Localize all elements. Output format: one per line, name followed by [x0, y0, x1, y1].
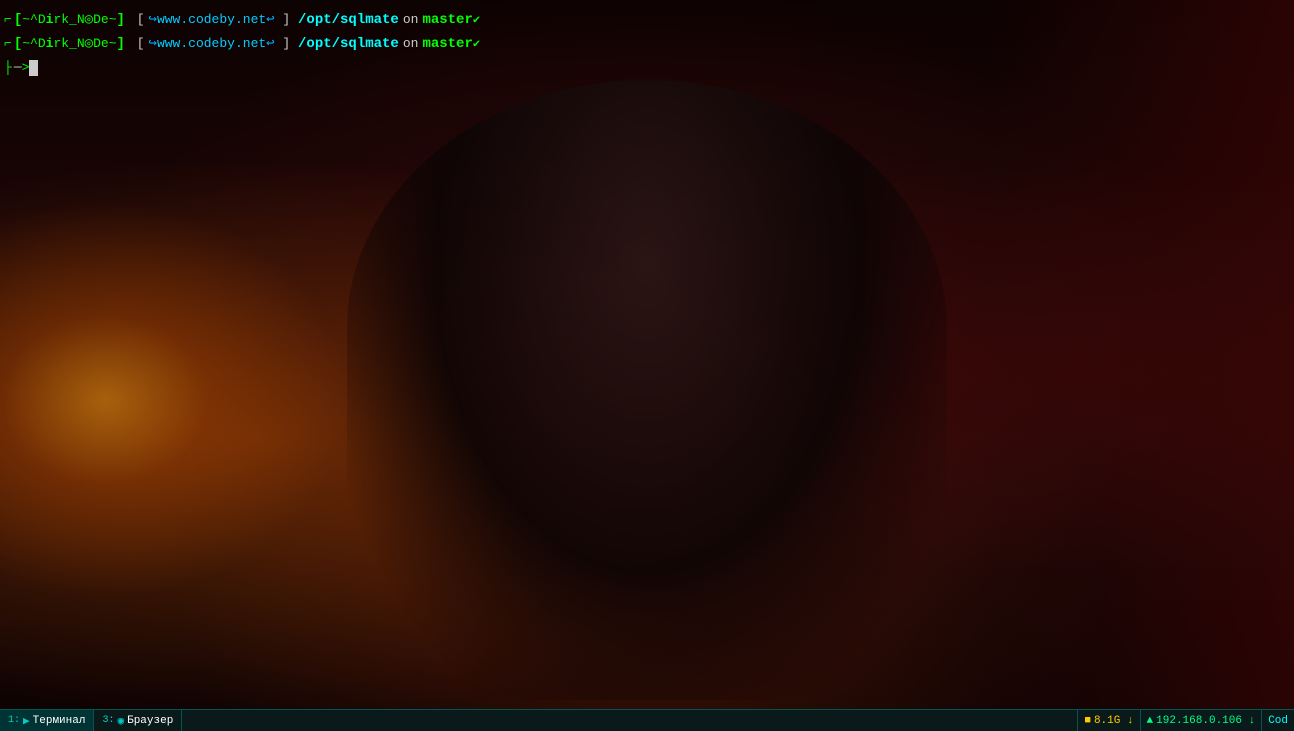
taskbar: 1: ▶ Терминал 3: ◉ Браузер ■ 8.1G ↓ ▲ 19…	[0, 709, 1294, 731]
right-shadow	[994, 0, 1294, 731]
wifi-icon: ▲	[1147, 715, 1154, 727]
storage-label: 8.1G ↓	[1094, 715, 1134, 727]
terminal-num: 1:	[8, 715, 20, 726]
browser-label: Браузер	[127, 715, 173, 727]
ip-label: 192.168.0.106 ↓	[1156, 715, 1255, 727]
terminal-icon: ▶	[23, 714, 30, 728]
browser-num: 3:	[102, 715, 114, 726]
cod-indicator[interactable]: Cod	[1261, 710, 1294, 731]
taskbar-right: ■ 8.1G ↓ ▲ 192.168.0.106 ↓ Cod	[1077, 710, 1294, 731]
character-bg	[347, 80, 947, 700]
taskbar-item-browser[interactable]: 3: ◉ Браузер	[94, 710, 182, 731]
left-glow	[0, 200, 350, 600]
cod-label: Cod	[1268, 715, 1288, 727]
storage-indicator[interactable]: ■ 8.1G ↓	[1077, 710, 1139, 731]
terminal-label: Терминал	[33, 715, 86, 727]
browser-icon: ◉	[117, 714, 124, 728]
network-indicator[interactable]: ▲ 192.168.0.106 ↓	[1140, 710, 1262, 731]
taskbar-left: 1: ▶ Терминал 3: ◉ Браузер	[0, 710, 182, 731]
taskbar-item-terminal[interactable]: 1: ▶ Терминал	[0, 710, 94, 731]
storage-icon: ■	[1084, 715, 1091, 727]
